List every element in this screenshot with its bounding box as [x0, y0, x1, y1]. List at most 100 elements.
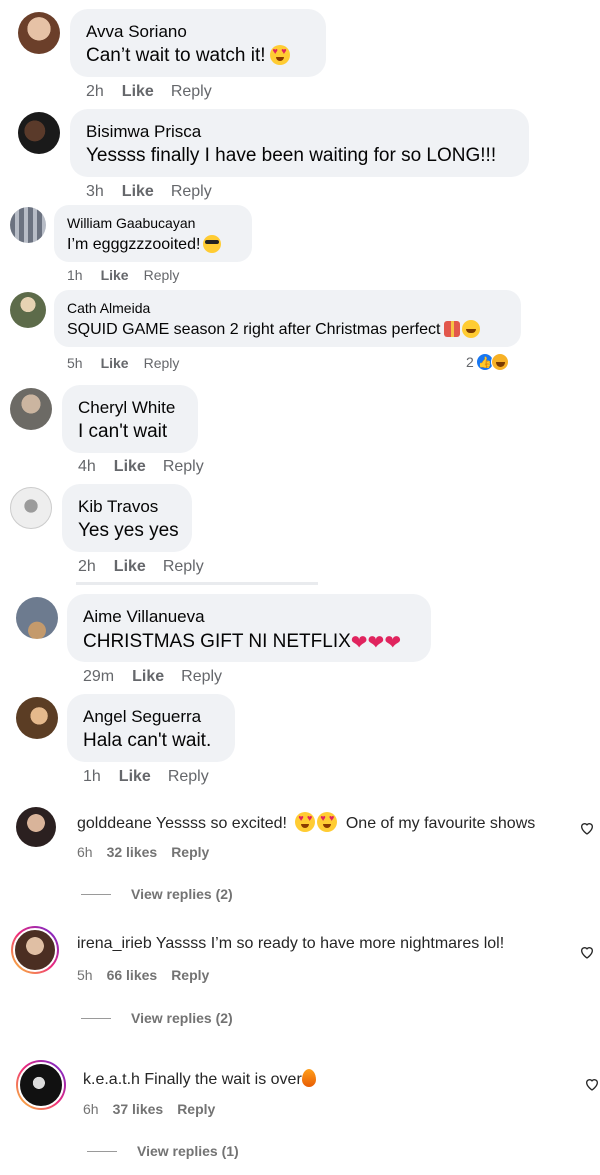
likes-count[interactable]: 32 likes: [107, 844, 158, 860]
heart-emoji-icon: ❤: [384, 632, 402, 654]
comment-author[interactable]: Avva Soriano: [86, 22, 187, 42]
heart-emoji-icon: ❤: [350, 632, 368, 654]
comment-actions: 2h Like Reply: [86, 83, 212, 101]
reaction-summary[interactable]: 2 👍: [466, 353, 509, 371]
comment-text: k.e.a.t.h Finally the wait is over: [83, 1069, 316, 1089]
like-button[interactable]: Like: [114, 458, 146, 476]
comment-text: SQUID GAME season 2 right after Christma…: [67, 320, 481, 339]
reply-button[interactable]: Reply: [163, 558, 204, 576]
comment-actions: 6h 32 likes Reply: [77, 844, 209, 860]
avatar[interactable]: [11, 926, 59, 974]
reply-button[interactable]: Reply: [171, 83, 212, 101]
comment-text-content: Can’t wait to watch it!: [86, 45, 266, 66]
comment-text: Yes yes yes: [78, 520, 179, 541]
avatar[interactable]: [16, 597, 58, 639]
avatar[interactable]: [18, 12, 60, 54]
comment-time[interactable]: 3h: [86, 183, 104, 201]
heart-icon[interactable]: [579, 944, 595, 960]
reaction-count: 2: [466, 354, 474, 370]
comment-time[interactable]: 4h: [78, 458, 96, 476]
comment-text-content: I’m egggzzzooited!: [67, 236, 201, 253]
view-replies-label: View replies (2): [131, 1010, 233, 1026]
view-replies-label: View replies (1): [137, 1143, 239, 1159]
like-button[interactable]: Like: [122, 83, 154, 101]
divider: [81, 893, 111, 895]
comment-username[interactable]: irena_irieb: [77, 935, 152, 952]
comment-actions: 5h 66 likes Reply: [77, 967, 209, 983]
comment-author[interactable]: William Gaabucayan: [67, 215, 195, 231]
heart-icon[interactable]: [584, 1076, 600, 1092]
like-button[interactable]: Like: [132, 668, 164, 686]
likes-count[interactable]: 37 likes: [113, 1101, 164, 1117]
reply-button[interactable]: Reply: [171, 183, 212, 201]
reply-button[interactable]: Reply: [171, 844, 209, 860]
comment-time[interactable]: 29m: [83, 668, 114, 686]
fire-emoji-icon: [301, 1069, 316, 1087]
comment-text-after: One of my favourite shows: [345, 815, 536, 832]
comment-author[interactable]: Cheryl White: [78, 398, 175, 418]
comment-text-content: SQUID GAME season 2 right after Christma…: [67, 321, 441, 338]
reply-button[interactable]: Reply: [144, 267, 180, 283]
avatar[interactable]: [16, 697, 58, 739]
avatar[interactable]: [16, 1060, 66, 1110]
comment-author[interactable]: Angel Seguerra: [83, 707, 201, 727]
comment-time[interactable]: 6h: [83, 1101, 99, 1117]
divider: [81, 1017, 111, 1019]
view-replies-button[interactable]: View replies (2): [81, 1010, 233, 1026]
sunglasses-emoji-icon: [203, 235, 222, 253]
avatar[interactable]: [10, 292, 46, 328]
comment-time[interactable]: 2h: [86, 83, 104, 101]
avatar[interactable]: [10, 388, 52, 430]
like-button[interactable]: Like: [114, 558, 146, 576]
view-replies-button[interactable]: View replies (1): [87, 1143, 239, 1159]
comment-actions: 29m Like Reply: [83, 668, 222, 686]
comment-text: I’m egggzzzooited!: [67, 235, 222, 254]
avatar-image: [13, 928, 57, 972]
comment-text-before: Yessss so excited!: [155, 815, 287, 832]
comment-time[interactable]: 5h: [67, 355, 83, 371]
avatar-image: [18, 1062, 64, 1108]
avatar[interactable]: [10, 207, 46, 243]
reply-button[interactable]: Reply: [168, 768, 209, 786]
comment-text-content: Yassss I’m so ready to have more nightma…: [155, 935, 505, 952]
comment-text-content: Finally the wait is over: [144, 1071, 302, 1088]
heart-icon[interactable]: [579, 820, 595, 836]
like-button[interactable]: Like: [101, 355, 129, 371]
avatar[interactable]: [16, 807, 56, 847]
comment-text: CHRISTMAS GIFT NI NETFLIX❤❤❤: [83, 630, 401, 655]
comment-text: I can't wait: [78, 421, 168, 442]
reply-button[interactable]: Reply: [144, 355, 180, 371]
avatar[interactable]: [10, 487, 52, 529]
comment-username[interactable]: k.e.a.t.h: [83, 1071, 140, 1088]
heart-eyes-emoji-icon: [295, 812, 316, 832]
view-replies-button[interactable]: View replies (2): [81, 886, 233, 902]
comment-username[interactable]: golddeane: [77, 815, 152, 832]
reply-button[interactable]: Reply: [177, 1101, 215, 1117]
like-button[interactable]: Like: [101, 267, 129, 283]
comment-actions: 2h Like Reply: [78, 558, 204, 576]
comment-text-content: CHRISTMAS GIFT NI NETFLIX: [83, 631, 351, 652]
comment-author[interactable]: Aime Villanueva: [83, 607, 205, 627]
reply-button[interactable]: Reply: [171, 967, 209, 983]
comment-text: Yessss finally I have been waiting for s…: [86, 145, 497, 166]
comment-text: golddeane Yessss so excited! One of my f…: [77, 812, 535, 833]
likes-count[interactable]: 66 likes: [107, 967, 158, 983]
comment-time[interactable]: 6h: [77, 844, 93, 860]
reply-button[interactable]: Reply: [163, 458, 204, 476]
comment-text: Hala can't wait.: [83, 730, 212, 751]
like-button[interactable]: Like: [122, 183, 154, 201]
comment-text: Can’t wait to watch it!: [86, 45, 290, 67]
like-button[interactable]: Like: [119, 768, 151, 786]
view-replies-label: View replies (2): [131, 886, 233, 902]
comment-author[interactable]: Cath Almeida: [67, 300, 150, 316]
comment-time[interactable]: 1h: [83, 768, 101, 786]
avatar[interactable]: [18, 112, 60, 154]
reply-button[interactable]: Reply: [181, 668, 222, 686]
comment-actions: 5h Like Reply: [67, 355, 179, 371]
comment-author[interactable]: Kib Travos: [78, 497, 158, 517]
comment-time[interactable]: 1h: [67, 267, 83, 283]
comment-actions: 4h Like Reply: [78, 458, 204, 476]
comment-author[interactable]: Bisimwa Prisca: [86, 122, 201, 142]
comment-time[interactable]: 5h: [77, 967, 93, 983]
comment-time[interactable]: 2h: [78, 558, 96, 576]
